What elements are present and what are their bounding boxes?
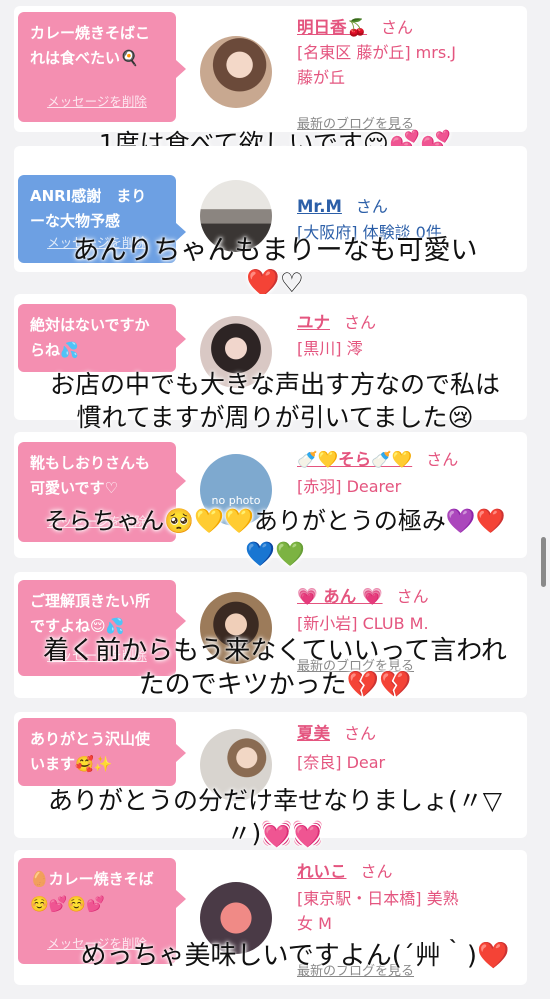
caption-overlay: ありがとうの分だけ幸せなりましょ(〃▽ 〃)💓💓 — [48, 786, 502, 848]
user-name-link[interactable]: ユナ さん — [297, 309, 376, 333]
user-name-link[interactable]: 💗 あん 💗 さん — [297, 583, 429, 607]
caption-overlay: 着く前からもう来なくていいって言われ たのでキツかった💔💔 — [43, 636, 507, 700]
message-bubble[interactable]: ありがとう沢山使 います🥰✨ — [18, 718, 186, 786]
message-bubble[interactable]: 絶対はないですか らね💦 — [18, 304, 186, 372]
message-text: ご理解頂きたい所 ですよね😌💦 — [30, 592, 151, 635]
message-text: ありがとう沢山使 います🥰✨ — [30, 730, 151, 773]
shop-area: [東京駅・日本橋] 美熟 女 M — [297, 889, 459, 933]
shop-area: [黒川] 澪 — [297, 339, 363, 358]
user-name-link[interactable]: れいこ さん — [297, 858, 393, 882]
shop-area: [名東区 藤が丘] mrs.J 藤が丘 — [297, 43, 456, 87]
message-text: ANRI感謝 まり ーな大物予感 — [30, 187, 147, 230]
shop-area: [赤羽] Dearer — [297, 477, 402, 496]
user-name-link[interactable]: Mr.M さん — [297, 193, 388, 217]
avatar[interactable] — [200, 36, 272, 108]
message-text: 絶対はないですか らね💦 — [30, 316, 150, 359]
shop-area: [奈良] Dear — [297, 753, 386, 772]
user-name-link[interactable]: 夏美 さん — [297, 720, 376, 744]
message-text: カレー焼きそばこ れは食べたい🍳 — [30, 24, 151, 67]
user-name-link[interactable]: 🍼💛そら🍼💛 さん — [297, 446, 458, 470]
shop-area: [新小岩] CLUB M. — [297, 614, 429, 633]
caption-overlay: お店の中でも大きな声出す方なので私は 慣れてますが周りが引いてました😢 — [49, 370, 500, 432]
message-text: 靴もしおりさんも 可愛いです♡ — [30, 454, 151, 497]
caption-overlay: そらちゃん🥺💛💛ありがとうの極み💜❤️ 💙💚 — [44, 507, 506, 568]
delete-message-link[interactable]: メッセージを削除 — [18, 89, 176, 114]
scrollbar[interactable] — [541, 537, 546, 587]
user-name-link[interactable]: 明日香🍒 さん — [297, 14, 413, 38]
message-text: 🥚カレー焼きそば ☺️💕☺️💕 — [30, 870, 154, 913]
caption-overlay: めっちゃ美味しいですよん(´艸｀)❤️ — [80, 941, 510, 971]
message-bubble[interactable]: カレー焼きそばこ れは食べたい🍳 メッセージを削除 — [18, 12, 186, 122]
caption-overlay: あんりちゃんもまりーなも可愛い ❤️♡ — [72, 235, 478, 299]
